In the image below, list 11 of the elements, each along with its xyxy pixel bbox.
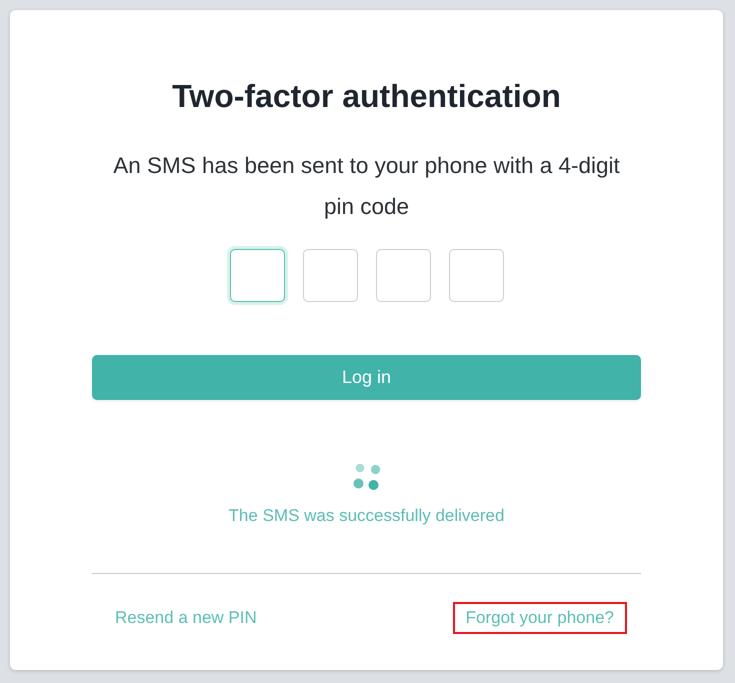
status-message: The SMS was successfully delivered bbox=[228, 505, 506, 527]
pin-digit-field[interactable] bbox=[302, 249, 358, 302]
text-link[interactable]: Forgot your phone? bbox=[452, 602, 627, 634]
login-button[interactable]: Log in bbox=[92, 355, 641, 400]
page-title: Two-factor authentication bbox=[171, 77, 562, 115]
pin-digit-field[interactable] bbox=[230, 249, 284, 302]
instruction-text: An SMS has been sent to your phone with a 4-digit pin code bbox=[112, 152, 621, 221]
pin-digit-field[interactable] bbox=[376, 249, 430, 302]
loading-spinner-icon bbox=[353, 463, 380, 490]
text-link[interactable]: Resend a new PIN bbox=[102, 602, 270, 634]
pin-digit-field[interactable] bbox=[448, 249, 504, 302]
